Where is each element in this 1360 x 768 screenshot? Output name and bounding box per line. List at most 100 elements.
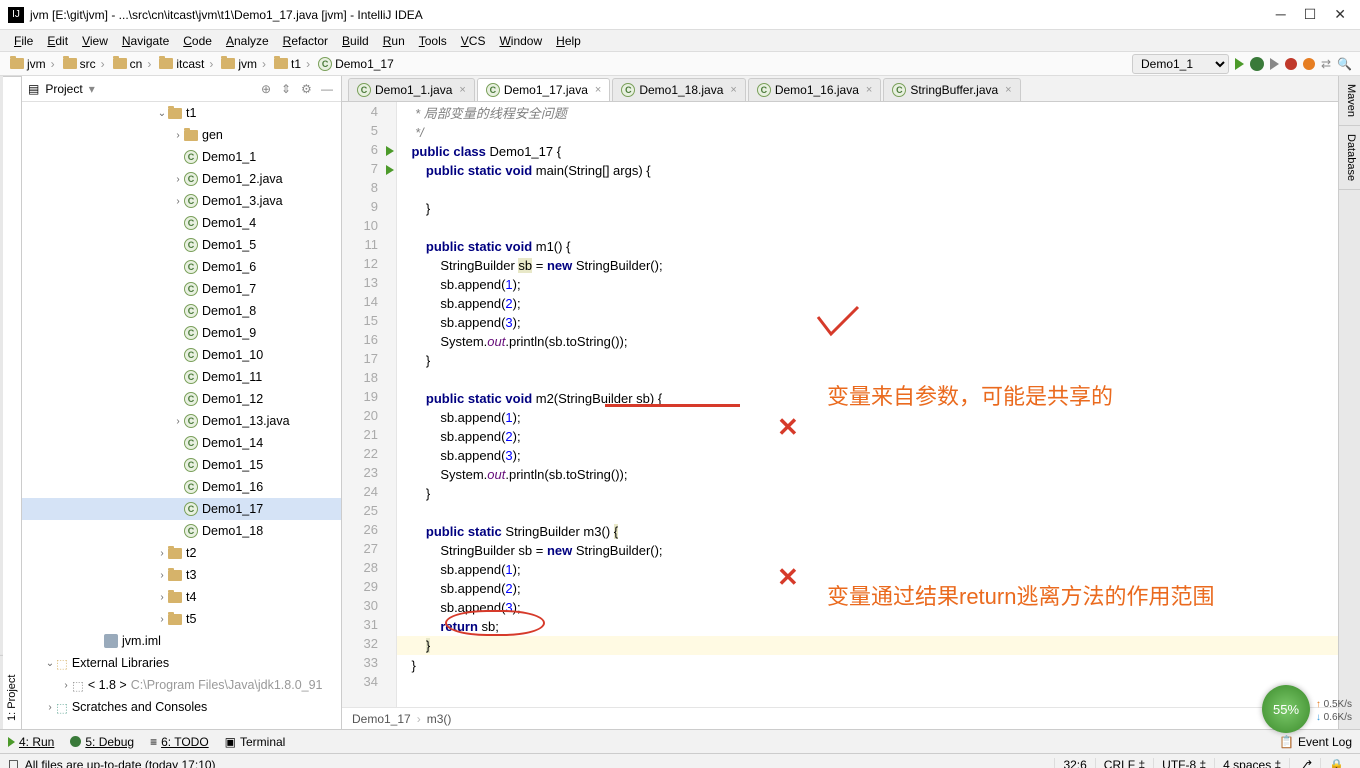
toolwin-debug[interactable]: 5: Debug <box>70 735 134 749</box>
tree-t3[interactable]: t3 <box>22 564 341 586</box>
tool-icon[interactable] <box>1303 58 1315 70</box>
tree-Demo1_18[interactable]: CDemo1_18 <box>22 520 341 542</box>
close-tab-icon[interactable]: × <box>459 84 465 96</box>
search-icon[interactable]: 🔍 <box>1337 57 1352 71</box>
tree-Demo1_4[interactable]: CDemo1_4 <box>22 212 341 234</box>
editor-breadcrumb[interactable]: Demo1_17 › m3() <box>342 707 1338 729</box>
tree-< 1.8 >[interactable]: ⬚< 1.8 >C:\Program Files\Java\jdk1.8.0_9… <box>22 674 341 696</box>
window-title: jvm [E:\git\jvm] - ...\src\cn\itcast\jvm… <box>30 8 1276 22</box>
tree-External Libraries[interactable]: ⬚External Libraries <box>22 652 341 674</box>
close-button[interactable]: ✕ <box>1334 6 1346 23</box>
menu-tools[interactable]: Tools <box>413 32 453 50</box>
git-icon[interactable]: ⇄ <box>1321 57 1331 71</box>
status-line-sep[interactable]: CRLF ‡ <box>1095 758 1153 768</box>
tree-Demo1_3.java[interactable]: CDemo1_3.java <box>22 190 341 212</box>
bottom-toolbar: 4: Run 5: Debug ≡ 6: TODO ▣ Terminal 📋 E… <box>0 729 1360 753</box>
tree-t5[interactable]: t5 <box>22 608 341 630</box>
debug-button-icon[interactable] <box>1250 57 1264 71</box>
tree-Demo1_15[interactable]: CDemo1_15 <box>22 454 341 476</box>
collapse-icon[interactable]: ⇕ <box>281 82 295 96</box>
tree-t4[interactable]: t4 <box>22 586 341 608</box>
toolwin-structure[interactable]: 7: Structure <box>0 655 3 729</box>
breadcrumb-cn[interactable]: cn› <box>111 57 156 71</box>
tree-t1[interactable]: t1 <box>22 102 341 124</box>
view-mode-dropdown[interactable]: ▾ <box>89 82 95 96</box>
tab-Demo1_1.java[interactable]: CDemo1_1.java× <box>348 78 475 101</box>
crumb-method[interactable]: m3() <box>427 712 452 726</box>
tree-Demo1_16[interactable]: CDemo1_16 <box>22 476 341 498</box>
project-tree[interactable]: t1genCDemo1_1CDemo1_2.javaCDemo1_3.javaC… <box>22 102 341 729</box>
menu-code[interactable]: Code <box>177 32 218 50</box>
breadcrumb-jvm[interactable]: jvm› <box>219 57 270 71</box>
tree-jvm.iml[interactable]: jvm.iml <box>22 630 341 652</box>
run-config-select[interactable]: Demo1_1 <box>1132 54 1229 74</box>
menubar: FileEditViewNavigateCodeAnalyzeRefactorB… <box>0 30 1360 52</box>
crumb-class[interactable]: Demo1_17 <box>352 712 411 726</box>
toolwin-run[interactable]: 4: Run <box>8 735 54 749</box>
tree-Demo1_14[interactable]: CDemo1_14 <box>22 432 341 454</box>
menu-analyze[interactable]: Analyze <box>220 32 275 50</box>
coverage-icon[interactable] <box>1270 58 1279 70</box>
menu-navigate[interactable]: Navigate <box>116 32 175 50</box>
tree-Demo1_6[interactable]: CDemo1_6 <box>22 256 341 278</box>
tree-t2[interactable]: t2 <box>22 542 341 564</box>
toolwin-todo[interactable]: ≡ 6: TODO <box>150 735 209 749</box>
settings-icon[interactable]: ⚙ <box>301 82 315 96</box>
annotation-text-2: 变量通过结果return逃离方法的作用范围 <box>827 582 1157 613</box>
code-area[interactable]: 4567891011121314151617181920212223242526… <box>342 102 1338 707</box>
status-caret-pos[interactable]: 32:6 <box>1054 758 1094 768</box>
status-lock-icon[interactable]: 🔒 <box>1320 758 1352 768</box>
tab-StringBuffer.java[interactable]: CStringBuffer.java× <box>883 78 1020 101</box>
close-tab-icon[interactable]: × <box>730 84 736 96</box>
tree-Demo1_5[interactable]: CDemo1_5 <box>22 234 341 256</box>
tree-Demo1_13.java[interactable]: CDemo1_13.java <box>22 410 341 432</box>
menu-view[interactable]: View <box>76 32 114 50</box>
tree-gen[interactable]: gen <box>22 124 341 146</box>
tree-Scratches and Consoles[interactable]: ⬚Scratches and Consoles <box>22 696 341 718</box>
menu-vcs[interactable]: VCS <box>455 32 492 50</box>
tree-Demo1_2.java[interactable]: CDemo1_2.java <box>22 168 341 190</box>
tree-Demo1_17[interactable]: CDemo1_17 <box>22 498 341 520</box>
line-gutter[interactable]: 4567891011121314151617181920212223242526… <box>342 102 397 707</box>
menu-run[interactable]: Run <box>377 32 411 50</box>
tab-Demo1_17.java[interactable]: CDemo1_17.java× <box>477 78 611 101</box>
toolwin-maven[interactable]: Maven <box>1339 76 1360 126</box>
breadcrumb-t1[interactable]: t1› <box>272 57 314 71</box>
menu-build[interactable]: Build <box>336 32 375 50</box>
status-indent[interactable]: 4 spaces ‡ <box>1214 758 1289 768</box>
minimize-button[interactable]: ─ <box>1276 6 1286 23</box>
breadcrumb-Demo1_17[interactable]: CDemo1_17 <box>316 57 396 71</box>
toolwin-eventlog[interactable]: 📋 Event Log <box>1279 735 1352 749</box>
status-encoding[interactable]: UTF-8 ‡ <box>1153 758 1214 768</box>
breadcrumb-itcast[interactable]: itcast› <box>157 57 217 71</box>
tree-Demo1_8[interactable]: CDemo1_8 <box>22 300 341 322</box>
stop-button-icon[interactable] <box>1285 58 1297 70</box>
toolwin-database[interactable]: Database <box>1339 126 1360 190</box>
hide-icon[interactable]: — <box>321 82 335 96</box>
tree-Demo1_7[interactable]: CDemo1_7 <box>22 278 341 300</box>
breadcrumb-src[interactable]: src› <box>61 57 109 71</box>
close-tab-icon[interactable]: × <box>595 84 601 96</box>
status-git[interactable]: ⎇ <box>1289 758 1320 768</box>
menu-window[interactable]: Window <box>493 32 548 50</box>
tab-Demo1_18.java[interactable]: CDemo1_18.java× <box>612 78 746 101</box>
close-tab-icon[interactable]: × <box>1005 84 1011 96</box>
tree-Demo1_9[interactable]: CDemo1_9 <box>22 322 341 344</box>
tab-Demo1_16.java[interactable]: CDemo1_16.java× <box>748 78 882 101</box>
tree-Demo1_12[interactable]: CDemo1_12 <box>22 388 341 410</box>
menu-edit[interactable]: Edit <box>41 32 74 50</box>
tree-Demo1_11[interactable]: CDemo1_11 <box>22 366 341 388</box>
tree-Demo1_1[interactable]: CDemo1_1 <box>22 146 341 168</box>
code-text[interactable]: * 局部变量的线程安全问题 */ public class Demo1_17 {… <box>397 102 1338 707</box>
run-button-icon[interactable] <box>1235 58 1244 70</box>
menu-refactor[interactable]: Refactor <box>277 32 334 50</box>
menu-help[interactable]: Help <box>550 32 587 50</box>
breadcrumb-jvm[interactable]: jvm› <box>8 57 59 71</box>
close-tab-icon[interactable]: × <box>866 84 872 96</box>
maximize-button[interactable]: ☐ <box>1304 6 1317 23</box>
toolwin-project[interactable]: 1: Project <box>3 76 21 729</box>
menu-file[interactable]: File <box>8 32 39 50</box>
toolwin-terminal[interactable]: ▣ Terminal <box>225 735 286 749</box>
tree-Demo1_10[interactable]: CDemo1_10 <box>22 344 341 366</box>
scroll-from-source-icon[interactable]: ⊕ <box>261 82 275 96</box>
